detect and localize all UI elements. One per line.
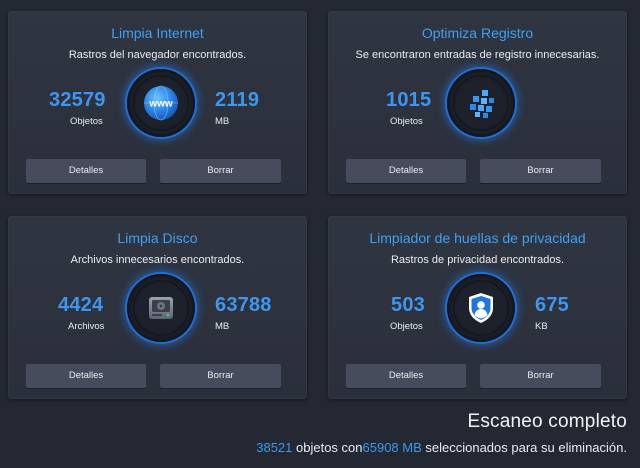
objects-count: 503 [391,294,425,316]
objects-count: 32579 [49,89,106,111]
hard-disk-icon [149,297,173,319]
size-unit: MB [215,116,230,127]
registry-cubes-icon-badge [447,69,515,137]
delete-button[interactable]: Borrar [480,159,601,183]
objects-unit: Objetos [390,116,423,127]
card-title: Limpiador de huellas de privacidad [369,230,586,246]
card-title: Limpia Disco [117,230,198,246]
card-title: Optimiza Registro [421,25,534,41]
delete-button[interactable]: Borrar [160,159,281,183]
details-button[interactable]: Detalles [346,364,466,388]
card-title: Limpia Internet [111,25,204,41]
card-subtitle: Rastros del navegador encontrados. [68,49,247,61]
registry-cubes-icon [470,90,494,118]
objects-count: 1015 [386,89,432,111]
size-unit: MB [215,321,230,332]
size-value: 675 [535,294,569,316]
hard-disk-icon-badge [127,274,195,342]
files-count: 4424 [58,294,104,316]
card-subtitle: Archivos innecesarios encontrados. [70,254,245,266]
privacy-shield-user-icon [469,293,493,323]
registry-optimizer-card: Optimiza Registro Se encontraron entrada… [328,11,627,194]
details-button[interactable]: Detalles [346,159,466,183]
size-value: 63788 [215,294,272,316]
objects-unit: Objetos [390,321,423,332]
delete-button[interactable]: Borrar [480,364,601,388]
delete-button[interactable]: Borrar [160,364,281,388]
objects-unit: Objetos [70,116,103,127]
summary-text-1: objetos con [292,440,363,455]
total-objects-count: 38521 [256,440,293,455]
globe-www-icon: www [144,85,178,121]
globe-www-icon-badge: www [127,69,195,137]
details-button[interactable]: Detalles [26,159,146,183]
internet-cleaner-card: Limpia Internet Rastros del navegador en… [8,11,307,194]
details-button[interactable]: Detalles [26,364,146,388]
privacy-cleaner-card: Limpiador de huellas de privacidad Rastr… [328,216,627,399]
summary-text-2: seleccionados para su eliminación. [421,440,627,455]
scan-summary: 38521 objetos con65908 MB seleccionados … [256,440,627,455]
files-unit: Archivos [68,321,105,332]
scan-complete-title: Escaneo completo [467,411,627,432]
privacy-shield-user-icon-badge [447,274,515,342]
svg-text:www: www [148,99,173,110]
size-value: 2119 [215,89,260,111]
size-unit: KB [535,321,548,332]
disk-cleaner-card: Limpia Disco Archivos innecesarios encon… [8,216,307,399]
card-subtitle: Rastros de privacidad encontrados. [390,254,565,266]
card-subtitle: Se encontraron entradas de registro inne… [355,49,600,61]
total-size: 65908 MB [362,440,422,455]
